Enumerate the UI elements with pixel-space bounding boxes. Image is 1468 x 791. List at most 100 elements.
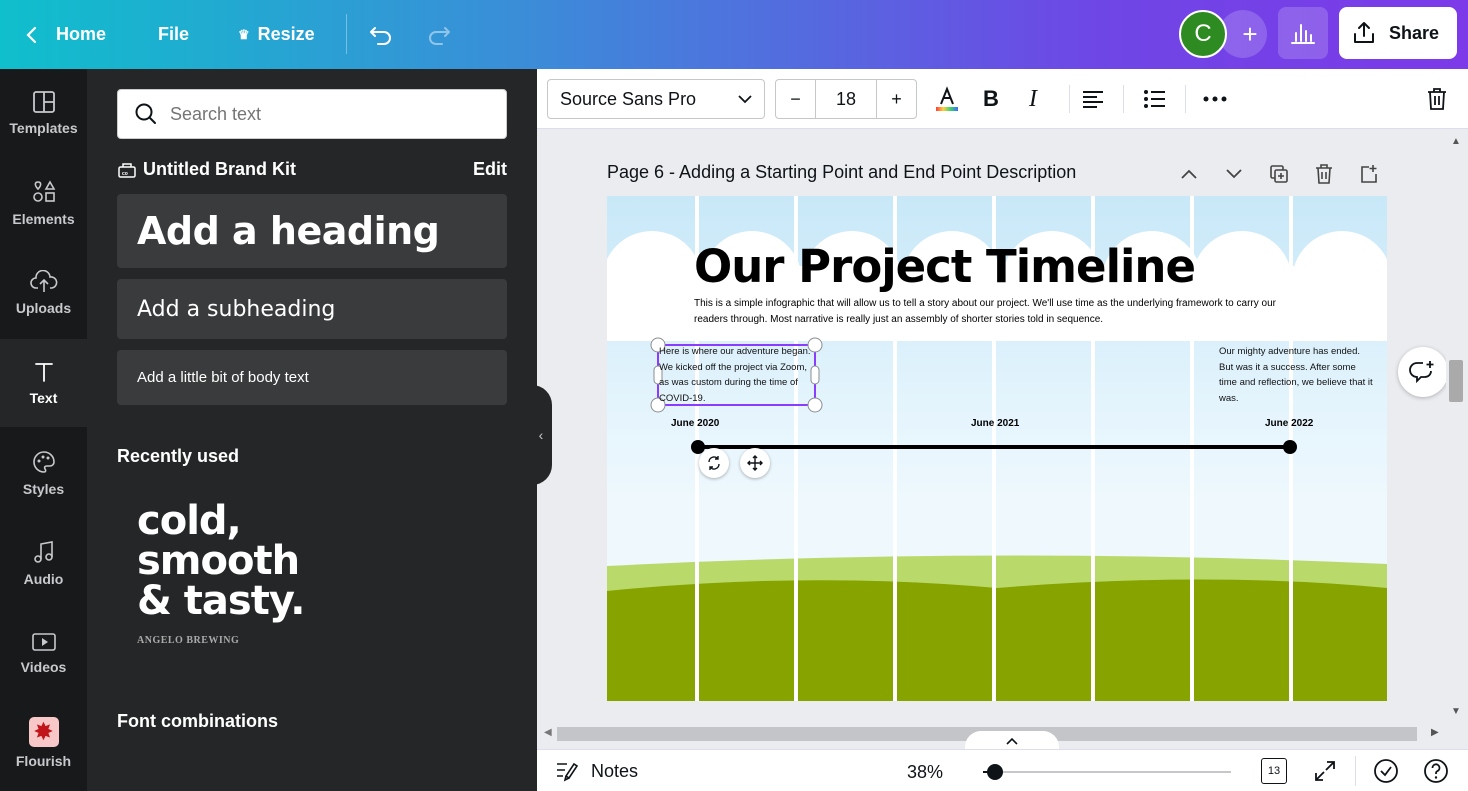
file-menu[interactable]: File [158,0,189,69]
fullscreen-button[interactable] [1313,759,1337,788]
font-family-select[interactable]: Source Sans Pro [547,79,765,119]
check-button[interactable] [1373,758,1399,789]
rotate-handle[interactable] [699,448,729,478]
rail-item-flourish[interactable]: ✸ Flourish [0,699,87,787]
vertical-scrollbar[interactable] [1446,130,1468,720]
duplicate-page-button[interactable] [1265,160,1293,188]
share-label: Share [1389,22,1440,43]
page-title[interactable]: Page 6 - Adding a Starting Point and End… [607,162,1076,183]
design-canvas[interactable]: Our Project Timeline This is a simple in… [607,196,1387,701]
italic-button[interactable]: I [1015,79,1051,119]
delete-page-button[interactable] [1310,160,1338,188]
trash-icon [1316,164,1332,184]
page-count-button[interactable]: 13 [1261,758,1287,784]
start-point-text[interactable]: Here is where our adventure began. We ki… [659,344,813,406]
rail-label-templates: Templates [9,120,78,136]
more-horizontal-icon [1203,96,1227,102]
end-point-text[interactable]: Our mighty adventure has ended. But was … [1219,344,1374,406]
page-up-button[interactable] [1175,160,1203,188]
redo-button[interactable] [426,0,452,69]
font-size-increase-button[interactable]: + [876,80,916,118]
text-color-button[interactable] [929,79,965,119]
vertical-scrollbar-thumb[interactable] [1449,360,1463,402]
add-comment-button[interactable] [1398,347,1448,397]
add-subheading-label: Add a subheading [137,296,336,322]
brand-kit-icon: co [118,162,136,178]
plus-icon: + [1242,18,1258,49]
add-page-button[interactable] [1355,160,1383,188]
slide-title[interactable]: Our Project Timeline [694,240,1196,293]
scroll-up-arrow-icon[interactable]: ▲ [1451,136,1461,147]
zoom-value[interactable]: 38% [907,762,943,783]
chevron-up-icon [1181,169,1197,179]
slide-description[interactable]: This is a simple infographic that will a… [694,296,1294,328]
rail-label-styles: Styles [22,481,65,497]
help-icon [1424,759,1448,783]
chevron-left-icon: ‹ [538,427,544,443]
check-circle-icon [1374,759,1398,783]
file-label: File [158,24,190,44]
collapse-panel-button[interactable]: ‹ [530,385,552,485]
editor-toolbar: Source Sans Pro − 18 + B I [537,69,1468,129]
zoom-slider-handle[interactable] [987,764,1003,780]
toolbar-divider [346,14,347,54]
search-icon [135,103,156,124]
chevron-down-icon [1226,169,1242,179]
font-size-stepper: − 18 + [775,79,917,119]
recently-used-heading: Recently used [117,446,240,466]
text-panel: co Untitled Brand Kit Edit Add a heading… [87,69,537,791]
recent-sample-line: cold, [137,498,242,544]
insights-button[interactable] [1278,7,1328,59]
scroll-right-arrow-icon[interactable]: ▶ [1431,727,1439,738]
more-options-button[interactable] [1197,79,1233,119]
resize-button[interactable]: ♛ Resize [238,0,315,69]
rail-item-templates[interactable]: Templates [0,69,87,157]
expand-pages-button[interactable] [965,731,1059,751]
redo-icon [429,26,450,45]
search-input[interactable] [170,103,490,125]
list-button[interactable] [1137,79,1173,119]
rail-item-elements[interactable]: Elements [0,159,87,247]
bullet-list-icon [1144,90,1165,108]
notes-button[interactable]: Notes [555,760,638,782]
scroll-down-arrow-icon[interactable]: ▼ [1451,706,1461,717]
brand-kit-edit-link[interactable]: Edit [473,159,507,180]
rail-item-styles[interactable]: Styles [0,429,87,517]
font-size-value[interactable]: 18 [816,80,876,118]
add-subheading-button[interactable]: Add a subheading [117,279,507,339]
font-size-decrease-button[interactable]: − [776,80,816,118]
page-down-button[interactable] [1220,160,1248,188]
recent-text-sample[interactable]: cold, smooth & tasty. [137,498,305,621]
resize-label: Resize [257,24,315,44]
avatar[interactable]: C [1179,10,1227,58]
timeline-date-start[interactable]: June 2020 [671,418,719,429]
undo-icon [370,26,391,45]
timeline-date-middle[interactable]: June 2021 [971,418,1019,429]
share-button[interactable]: Share [1339,7,1457,59]
add-heading-button[interactable]: Add a heading [117,194,507,268]
align-button[interactable] [1075,79,1111,119]
search-box[interactable] [117,89,507,139]
home-button[interactable]: Home [24,0,106,69]
rail-item-videos[interactable]: Videos [0,609,87,697]
notes-label: Notes [591,760,639,781]
svg-text:co: co [122,171,128,177]
top-bar: Home File ♛ Resize + C Share [0,0,1468,69]
rail-item-audio[interactable]: Audio [0,519,87,607]
zoom-slider-track[interactable] [983,764,1231,780]
move-icon [747,455,763,471]
rail-item-text[interactable]: Text [0,339,87,427]
timeline-date-end[interactable]: June 2022 [1265,418,1313,429]
add-body-text-button[interactable]: Add a little bit of body text [117,350,507,405]
scroll-left-arrow-icon[interactable]: ◀ [544,727,552,738]
brand-kit-title: Untitled Brand Kit [143,159,296,179]
rail-label-videos: Videos [20,659,67,675]
delete-button[interactable] [1419,79,1455,119]
move-handle[interactable] [740,448,770,478]
rail-item-uploads[interactable]: Uploads [0,249,87,337]
toolbar-divider [1069,85,1070,113]
bold-button[interactable]: B [973,79,1009,119]
undo-button[interactable] [368,0,394,69]
help-button[interactable] [1423,758,1449,789]
share-icon [1354,22,1374,43]
